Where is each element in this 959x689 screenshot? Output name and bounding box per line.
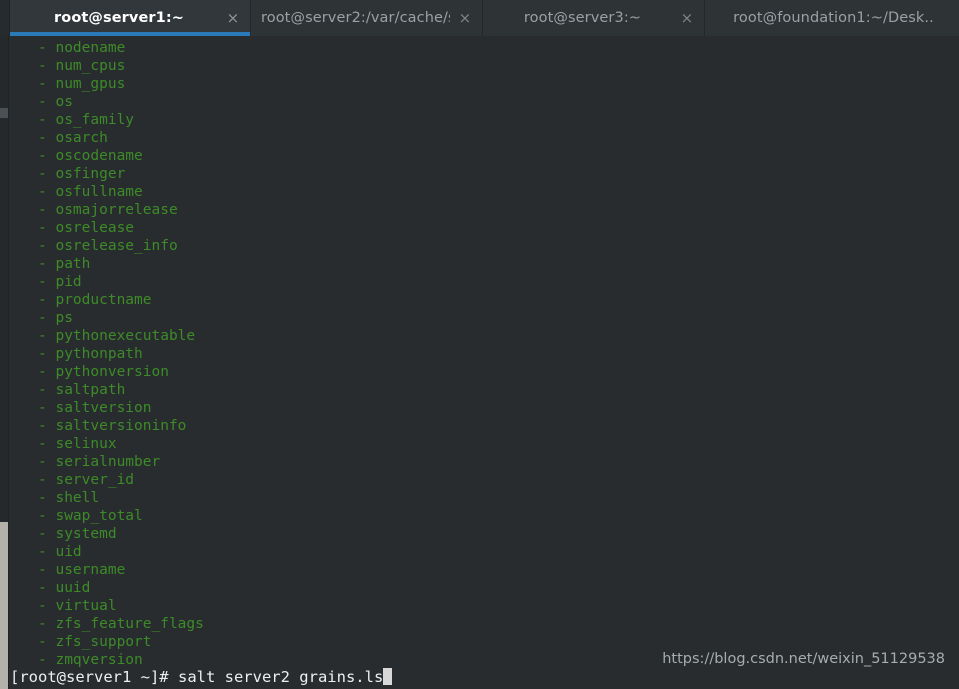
output-line: - selinux	[38, 436, 117, 452]
output-line: - osmajorrelease	[38, 202, 178, 218]
tab-title: root@foundation1:~/Desk..	[733, 10, 934, 26]
tab-root-server3[interactable]: root@server3:~ ×	[483, 0, 705, 36]
output-line: - saltversioninfo	[38, 418, 187, 434]
output-line: - uuid	[38, 580, 91, 596]
terminal-scrollbar[interactable]	[0, 36, 9, 689]
output-line: - pid	[38, 274, 82, 290]
output-line: - saltpath	[38, 382, 126, 398]
tab-title: root@server2:/var/cache/s…	[261, 10, 450, 26]
output-line: - num_gpus	[38, 76, 126, 92]
output-line: - ps	[38, 310, 73, 326]
output-line: - num_cpus	[38, 58, 126, 74]
output-line: - os	[38, 94, 73, 110]
text-cursor	[383, 668, 393, 685]
output-line: - osfinger	[38, 166, 126, 182]
scrollbar-thumb[interactable]	[0, 522, 8, 689]
output-line: - osrelease_info	[38, 238, 178, 254]
close-icon[interactable]: ×	[454, 10, 476, 26]
output-line: - os_family	[38, 112, 135, 128]
output-line: - zfs_feature_flags	[38, 616, 204, 632]
scrollbar-marker	[0, 108, 8, 118]
output-line: - nodename	[38, 40, 126, 56]
tab-root-server2[interactable]: root@server2:/var/cache/s… ×	[251, 0, 483, 36]
output-line: - zfs_support	[38, 634, 152, 650]
output-line: - pythonversion	[38, 364, 169, 380]
watermark-text: https://blog.csdn.net/weixin_51129538	[662, 651, 945, 667]
command-input[interactable]: salt server2 grains.ls	[178, 668, 383, 686]
output-line: - shell	[38, 490, 100, 506]
tab-bar-left-gutter	[0, 0, 10, 36]
output-line: - productname	[38, 292, 152, 308]
output-line: - virtual	[38, 598, 117, 614]
terminal-screen: - nodename - num_cpus - num_gpus - os - …	[10, 36, 959, 689]
output-line: - path	[38, 256, 91, 272]
terminal-body[interactable]: - nodename - num_cpus - num_gpus - os - …	[0, 36, 959, 689]
grains-output-list: - nodename - num_cpus - num_gpus - os - …	[38, 39, 204, 669]
tab-title: root@server3:~	[523, 10, 642, 26]
output-line: - oscodename	[38, 148, 143, 164]
output-line: - systemd	[38, 526, 117, 542]
prompt-string: [root@server1 ~]#	[10, 668, 178, 686]
close-icon[interactable]: ×	[222, 10, 244, 26]
close-icon[interactable]: ×	[676, 10, 698, 26]
output-line: - serialnumber	[38, 454, 161, 470]
terminal-window: root@server1:~ × root@server2:/var/cache…	[0, 0, 959, 689]
output-line: - server_id	[38, 472, 135, 488]
output-line: - osfullname	[38, 184, 143, 200]
output-line: - swap_total	[38, 508, 143, 524]
tab-root-foundation1[interactable]: root@foundation1:~/Desk..	[705, 0, 958, 36]
output-line: - pythonpath	[38, 346, 143, 362]
tab-bar: root@server1:~ × root@server2:/var/cache…	[0, 0, 959, 36]
output-line: - uid	[38, 544, 82, 560]
output-line: - username	[38, 562, 126, 578]
output-line: - pythonexecutable	[38, 328, 196, 344]
output-line: - saltversion	[38, 400, 152, 416]
output-line: - osarch	[38, 130, 108, 146]
output-line: - osrelease	[38, 220, 135, 236]
tab-root-server1[interactable]: root@server1:~ ×	[10, 0, 251, 36]
shell-prompt-line[interactable]: [root@server1 ~]# salt server2 grains.ls	[10, 667, 393, 687]
tab-title: root@server1:~	[54, 10, 184, 26]
